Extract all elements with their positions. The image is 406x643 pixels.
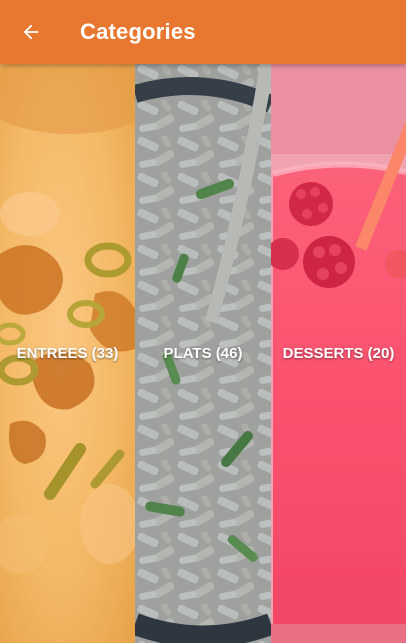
category-plats[interactable]: PLATS (46): [135, 64, 271, 643]
page-title: Categories: [80, 19, 196, 44]
back-button[interactable]: [0, 0, 62, 64]
category-desserts[interactable]: DESSERTS (20): [271, 64, 406, 643]
category-label-desserts: DESSERTS (20): [282, 345, 395, 362]
category-label-entrees: ENTREES (33): [16, 345, 119, 362]
arrow-left-icon: [23, 24, 39, 40]
app-screen: Categories ENTREES (33) PLATS (46) DESSE…: [0, 0, 406, 643]
category-label-plats: PLATS (46): [163, 345, 243, 362]
app-bar: Categories: [0, 0, 406, 64]
category-list: ENTREES (33) PLATS (46) DESSERTS (20): [0, 64, 406, 643]
category-entrees[interactable]: ENTREES (33): [0, 64, 135, 643]
